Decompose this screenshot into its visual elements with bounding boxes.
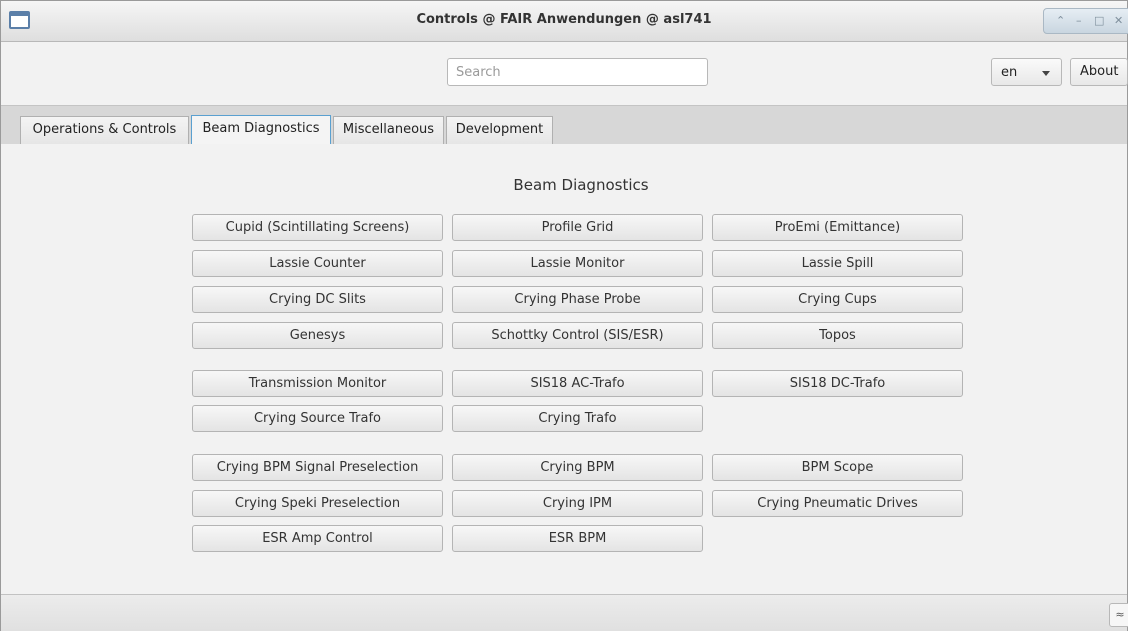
app-button[interactable]: SIS18 AC-Trafo bbox=[452, 370, 703, 397]
app-button[interactable]: Crying IPM bbox=[452, 490, 703, 517]
app-button[interactable]: Schottky Control (SIS/ESR) bbox=[452, 322, 703, 349]
app-button[interactable]: Cupid (Scintillating Screens) bbox=[192, 214, 443, 241]
shade-icon[interactable]: ⌃ bbox=[1056, 9, 1065, 33]
language-select[interactable]: en bbox=[991, 58, 1062, 86]
app-button[interactable]: Crying Trafo bbox=[452, 405, 703, 432]
app-button[interactable]: Profile Grid bbox=[452, 214, 703, 241]
window-controls: ⌃ – □ ✕ bbox=[1043, 8, 1128, 34]
app-button[interactable]: Lassie Monitor bbox=[452, 250, 703, 277]
language-value: en bbox=[1001, 65, 1018, 80]
app-button[interactable]: SIS18 DC-Trafo bbox=[712, 370, 963, 397]
app-button[interactable]: Crying Source Trafo bbox=[192, 405, 443, 432]
app-button[interactable]: BPM Scope bbox=[712, 454, 963, 481]
minimize-icon[interactable]: – bbox=[1076, 9, 1082, 33]
tab-operations-controls[interactable]: Operations & Controls bbox=[20, 116, 189, 144]
app-button[interactable]: ESR Amp Control bbox=[192, 525, 443, 552]
app-button[interactable]: Crying Speki Preselection bbox=[192, 490, 443, 517]
tab-beam-diagnostics[interactable]: Beam Diagnostics bbox=[191, 115, 331, 145]
about-button[interactable]: About bbox=[1070, 58, 1128, 86]
app-button[interactable]: Lassie Counter bbox=[192, 250, 443, 277]
tab-development[interactable]: Development bbox=[446, 116, 553, 144]
window-title: Controls @ FAIR Anwendungen @ asl741 bbox=[416, 12, 712, 27]
chevron-up-icon[interactable]: ≈ bbox=[1109, 603, 1128, 627]
maximize-icon[interactable]: □ bbox=[1094, 9, 1104, 33]
app-button[interactable]: Topos bbox=[712, 322, 963, 349]
app-button[interactable]: Crying Pneumatic Drives bbox=[712, 490, 963, 517]
tab-content: Beam Diagnostics Cupid (Scintillating Sc… bbox=[1, 144, 1127, 594]
app-button[interactable]: ProEmi (Emittance) bbox=[712, 214, 963, 241]
app-button[interactable]: ESR BPM bbox=[452, 525, 703, 552]
chevron-down-icon bbox=[1042, 71, 1050, 76]
app-button[interactable]: Lassie Spill bbox=[712, 250, 963, 277]
toolbar: en About bbox=[1, 42, 1128, 104]
app-button[interactable]: Crying BPM bbox=[452, 454, 703, 481]
status-bar: ≈ bbox=[1, 594, 1128, 631]
app-button[interactable]: Crying BPM Signal Preselection bbox=[192, 454, 443, 481]
tab-miscellaneous[interactable]: Miscellaneous bbox=[333, 116, 444, 144]
app-button[interactable]: Crying Phase Probe bbox=[452, 286, 703, 313]
app-button[interactable]: Genesys bbox=[192, 322, 443, 349]
close-icon[interactable]: ✕ bbox=[1114, 9, 1123, 33]
section-heading: Beam Diagnostics bbox=[513, 176, 649, 194]
tab-bar: Operations & Controls Beam Diagnostics M… bbox=[1, 105, 1127, 145]
title-bar[interactable]: Controls @ FAIR Anwendungen @ asl741 ⌃ –… bbox=[1, 1, 1128, 42]
search-input[interactable] bbox=[447, 58, 708, 86]
app-button[interactable]: Crying DC Slits bbox=[192, 286, 443, 313]
app-button[interactable]: Transmission Monitor bbox=[192, 370, 443, 397]
app-button[interactable]: Crying Cups bbox=[712, 286, 963, 313]
application-window: Controls @ FAIR Anwendungen @ asl741 ⌃ –… bbox=[0, 0, 1128, 631]
